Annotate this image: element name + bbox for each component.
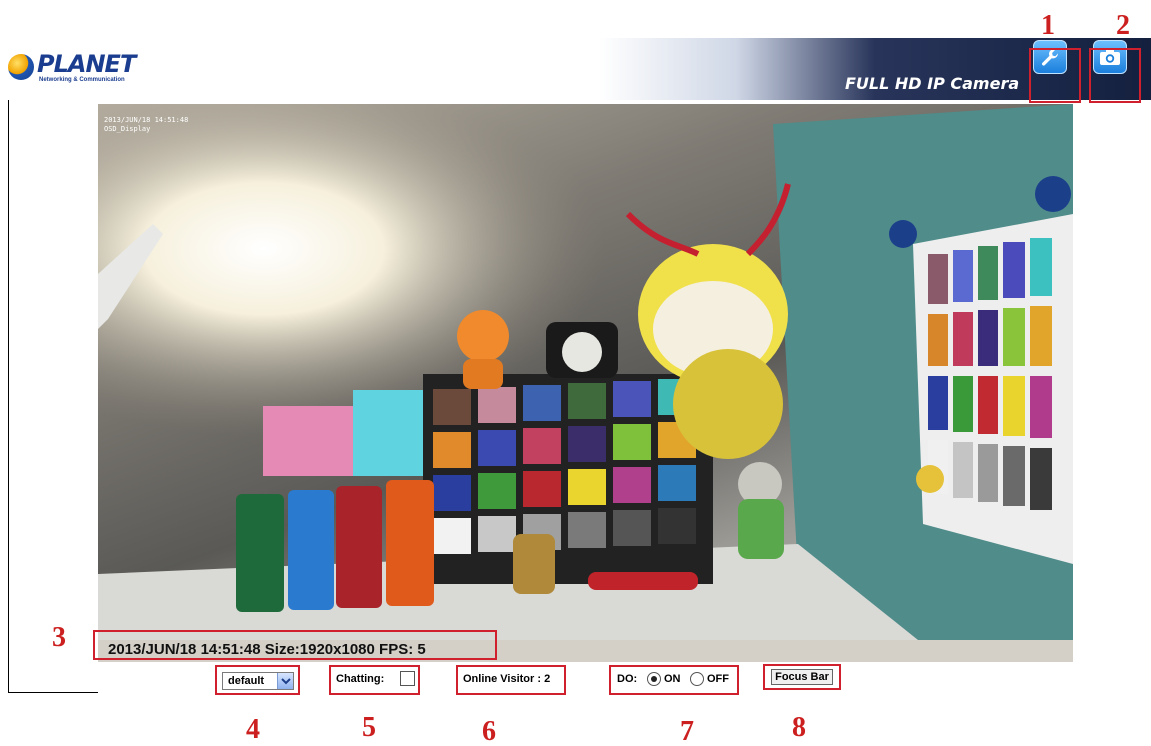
live-video-view[interactable]: 2013/JUN/18 14:51:48 OSD_Display xyxy=(98,104,1073,640)
callout-number-1: 1 xyxy=(1041,10,1055,41)
callout-box-5 xyxy=(329,665,420,695)
callout-number-4: 4 xyxy=(246,714,260,745)
callout-box-2 xyxy=(1089,48,1141,103)
osd-label: OSD_Display xyxy=(104,125,151,133)
callout-box-8 xyxy=(763,664,841,690)
callout-number-2: 2 xyxy=(1116,10,1130,41)
product-title: FULL HD IP Camera xyxy=(845,74,1020,93)
callout-box-4 xyxy=(215,665,300,695)
callout-box-7 xyxy=(609,665,739,695)
logo-globe-icon xyxy=(8,54,34,80)
callout-number-8: 8 xyxy=(792,712,806,743)
page-header: PLANET Networking & Communication FULL H… xyxy=(0,38,1151,100)
osd-timestamp: 2013/JUN/18 14:51:48 xyxy=(104,116,189,124)
callout-number-6: 6 xyxy=(482,716,496,746)
callout-number-7: 7 xyxy=(680,716,694,746)
camera-scene-image xyxy=(98,104,1073,640)
viewer-frame xyxy=(8,100,98,693)
callout-number-5: 5 xyxy=(362,712,376,743)
callout-box-1 xyxy=(1029,48,1081,103)
logo-text: PLANET xyxy=(37,50,136,78)
osd-overlay: 2013/JUN/18 14:51:48 OSD_Display xyxy=(104,116,188,134)
callout-box-6 xyxy=(456,665,566,695)
callout-box-3 xyxy=(93,630,497,660)
logo-subtitle: Networking & Communication xyxy=(39,77,125,83)
